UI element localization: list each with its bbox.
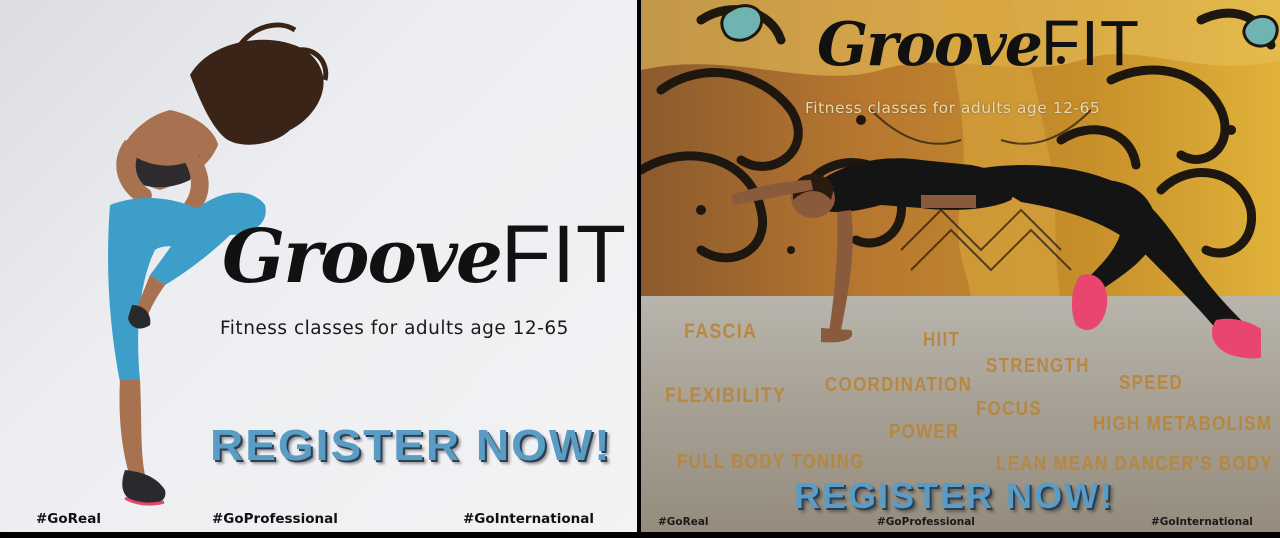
benefit-word: COORDINATION — [825, 374, 973, 396]
benefit-word: STRENGTH — [986, 355, 1090, 377]
benefit-word: HIGH METABOLISM — [1093, 413, 1273, 435]
register-now-button-left[interactable]: REGISTER NOW! — [210, 419, 612, 470]
tagline-left: Fitness classes for adults age 12-65 — [220, 318, 569, 339]
groovefit-logo-left: GrooveFIT — [222, 208, 627, 302]
tagline-right: Fitness classes for adults age 12-65 — [805, 99, 1101, 117]
benefit-word: POWER — [889, 421, 960, 443]
hashtag-gointernational-right: #GoInternational — [1151, 516, 1253, 528]
benefit-word: FASCIA — [684, 320, 758, 343]
hashtag-goreal-left: #GoReal — [36, 511, 101, 527]
logo-script-text: Groove — [222, 214, 503, 300]
benefit-word: SPEED — [1119, 372, 1184, 394]
hashtag-goprofessional-right: #GoProfessional — [877, 516, 975, 528]
benefit-word: FULL BODY TONING — [677, 451, 865, 473]
dancer-photo-right — [731, 158, 1261, 359]
logo-caps-text: FIT — [1040, 7, 1140, 79]
benefit-word: FLEXIBILITY — [665, 384, 787, 407]
hashtag-goreal-right: #GoReal — [658, 516, 709, 528]
benefit-word: LEAN MEAN DANCER'S BODY — [996, 453, 1274, 475]
logo-script-text: Groove — [817, 10, 1043, 80]
logo-caps-text: FIT — [500, 209, 627, 300]
benefit-word: HIIT — [923, 329, 961, 351]
register-now-button-right[interactable]: REGISTER NOW! — [794, 475, 1114, 517]
hashtag-goprofessional-left: #GoProfessional — [212, 511, 338, 527]
hashtag-gointernational-left: #GoInternational — [463, 511, 594, 527]
left-poster-panel: GrooveFIT Fitness classes for adults age… — [0, 0, 637, 532]
benefit-word: FOCUS — [976, 398, 1042, 420]
groovefit-logo-right: GrooveFIT — [817, 6, 1140, 80]
right-poster-panel: GrooveFIT Fitness classes for adults age… — [641, 0, 1280, 532]
